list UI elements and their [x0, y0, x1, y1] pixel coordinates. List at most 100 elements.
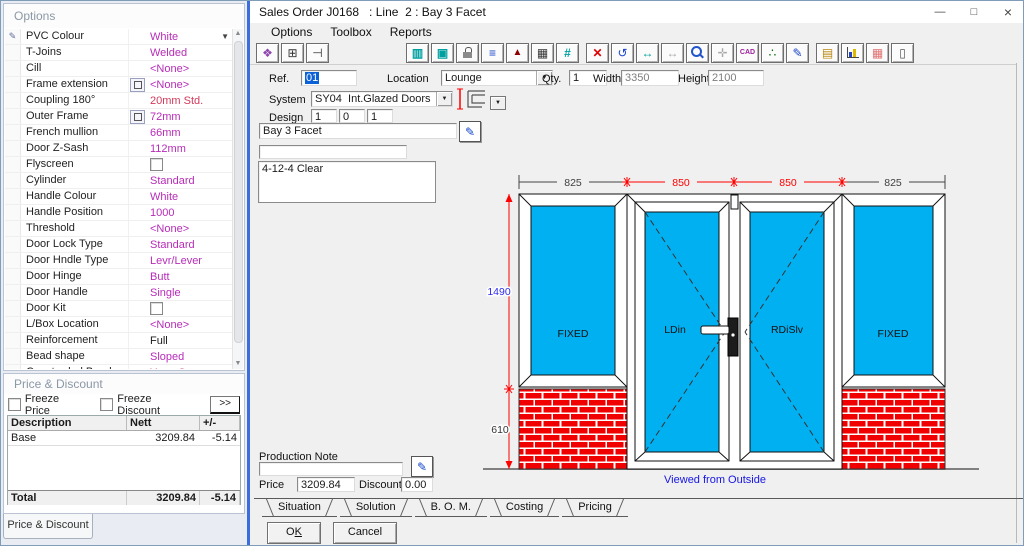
freeze-discount-label: Freeze Discount — [117, 393, 196, 417]
zoom-icon[interactable] — [686, 43, 709, 63]
price-input[interactable]: 3209.84 — [297, 477, 355, 492]
tab-costing[interactable]: Costing — [490, 499, 559, 517]
tab-solution[interactable]: Solution — [340, 499, 412, 517]
client-area-edge — [1016, 63, 1017, 543]
fixed-panel-left[interactable] — [519, 194, 627, 387]
option-row-lbox-location[interactable]: L/Box Location<None> — [5, 317, 233, 333]
option-row-door-z-sash[interactable]: Door Z-Sash112mm — [5, 141, 233, 157]
option-row-door-lock-type[interactable]: Door Lock TypeStandard — [5, 237, 233, 253]
width-input: 3350 — [621, 70, 679, 86]
freeze-price-checkbox[interactable] — [8, 398, 21, 411]
ok-button[interactable]: OK — [267, 522, 321, 544]
freeze-discount-checkbox[interactable] — [100, 398, 113, 411]
grid-divide-icon[interactable]: ▦ — [531, 43, 554, 63]
export-save-icon[interactable]: ▤ — [816, 43, 839, 63]
option-row-door-kit[interactable]: Door Kit — [5, 301, 233, 317]
glazing-spec-box[interactable]: 4-12-4 Clear — [258, 161, 436, 203]
menu-toolbox[interactable]: Toolbox — [321, 25, 380, 39]
option-row-coextruded-bead[interactable]: Coextruded BeadYes - Coex — [5, 365, 233, 369]
chevron-down-icon[interactable]: ▼ — [436, 92, 452, 106]
option-row-bead-shape[interactable]: Bead shapeSloped — [5, 349, 233, 365]
option-row-threshold[interactable]: Threshold<None> — [5, 221, 233, 237]
chart-icon[interactable] — [841, 43, 864, 63]
delete-icon[interactable]: ✕ — [586, 43, 609, 63]
location-select[interactable]: Lounge▼ — [441, 70, 553, 86]
option-row-handle-position[interactable]: Handle Position1000 — [5, 205, 233, 221]
expand-button[interactable]: >> — [210, 396, 240, 414]
options-scrollbar[interactable]: ▲ ▼ — [232, 29, 243, 369]
design-input-1[interactable]: 1 — [311, 109, 337, 123]
qty-label: Qty. — [542, 73, 561, 85]
price-discount-dock-tab[interactable]: Price & Discount — [3, 514, 93, 539]
undo-icon[interactable]: ↺ — [611, 43, 634, 63]
production-note-input[interactable] — [259, 462, 403, 476]
dimensions-alt-icon[interactable]: ↔ — [661, 43, 684, 63]
option-row-french-mullion[interactable]: French mullion66mm — [5, 125, 233, 141]
option-row-handle-colour[interactable]: Handle ColourWhite — [5, 189, 233, 205]
width-label: Width — [593, 73, 621, 85]
option-row-flyscreen[interactable]: Flyscreen — [5, 157, 233, 173]
menu-reports[interactable]: Reports — [381, 25, 441, 39]
price-table: Description Nett +/- Base 3209.84 -5.14 … — [7, 415, 241, 505]
mullion-bars-icon[interactable]: # — [556, 43, 579, 63]
option-row-pvc-colour[interactable]: ✎PVC ColourWhite▼ — [5, 29, 233, 45]
scroll-down-icon[interactable]: ▼ — [233, 359, 243, 369]
notes-icon[interactable]: ▯ — [891, 43, 914, 63]
panel-label-fixed-right: FIXED — [878, 328, 909, 340]
discount-input[interactable]: 0.00 — [401, 477, 433, 492]
draw-pen-icon[interactable]: ✎ — [786, 43, 809, 63]
option-row-frame-extension[interactable]: Frame extension<None> — [5, 77, 233, 93]
scroll-up-icon[interactable]: ▲ — [233, 29, 243, 39]
minimize-button[interactable]: — — [923, 1, 957, 23]
glass-panel-icon[interactable]: ▣ — [431, 43, 454, 63]
note-input[interactable] — [259, 145, 407, 159]
pan-icon[interactable]: ✛ — [711, 43, 734, 63]
design-input-2[interactable]: 0 — [339, 109, 365, 123]
tab-pricing[interactable]: Pricing — [562, 499, 628, 517]
chevron-down-icon[interactable]: ▼ — [221, 32, 229, 41]
panel-options-icon[interactable]: ▥ — [406, 43, 429, 63]
edit-description-button[interactable]: ✎ — [459, 121, 481, 142]
ref-input[interactable]: 01 — [301, 70, 357, 86]
sales-order-window: Sales Order J0168 : Line 2 : Bay 3 Facet… — [250, 1, 1024, 546]
option-row-outer-frame[interactable]: Outer Frame72mm — [5, 109, 233, 125]
tab-situation[interactable]: Situation — [262, 499, 337, 517]
profile-dropdown-button[interactable]: ▼ — [490, 96, 506, 110]
edit-production-note-button[interactable]: ✎ — [411, 456, 433, 477]
door-handle-icon[interactable]: ⊣ — [306, 43, 329, 63]
tab-bom[interactable]: B. O. M. — [415, 499, 487, 517]
system-select[interactable]: SY04 Int.Glazed Doors▼ — [311, 91, 453, 107]
lock-icon[interactable] — [456, 43, 479, 63]
option-list-icon[interactable]: ≡ — [481, 43, 504, 63]
cad-icon[interactable]: CAD — [736, 43, 759, 63]
option-row-door-handle-type[interactable]: Door Hndle TypeLevr/Lever — [5, 253, 233, 269]
price-table-total-row: Total 3209.84 -5.14 — [8, 490, 240, 505]
option-row-door-handle[interactable]: Door HandleSingle — [5, 285, 233, 301]
survey-points-icon[interactable]: ∴ — [761, 43, 784, 63]
dead-light-icon[interactable]: ▲ — [506, 43, 529, 63]
price-table-row[interactable]: Base 3209.84 -5.14 — [8, 431, 240, 446]
scrollbar-thumb[interactable] — [234, 41, 243, 343]
fixed-panel-right[interactable] — [842, 194, 945, 387]
option-row-coupling[interactable]: Coupling 180°20mm Std. — [5, 93, 233, 109]
option-row-door-hinge[interactable]: Door HingeButt — [5, 269, 233, 285]
dimensions-icon[interactable]: ↔ — [636, 43, 659, 63]
menu-options[interactable]: Options — [262, 25, 321, 39]
close-button[interactable]: × — [991, 1, 1024, 23]
profile-picker-button[interactable] — [130, 78, 145, 92]
price-grid-icon[interactable]: ▦ — [866, 43, 889, 63]
door-kit-checkbox[interactable] — [150, 302, 163, 315]
cancel-button[interactable]: Cancel — [333, 522, 397, 544]
maximize-button[interactable]: □ — [957, 1, 991, 23]
profile-picker-button[interactable] — [130, 110, 145, 124]
description-input[interactable]: Bay 3 Facet — [259, 123, 457, 139]
design-input-3[interactable]: 1 — [367, 109, 393, 123]
flyscreen-checkbox[interactable] — [150, 158, 163, 171]
frame-grid-icon[interactable]: ⊞ — [281, 43, 304, 63]
option-row-reinforcement[interactable]: ReinforcementFull — [5, 333, 233, 349]
insert-frame-icon[interactable]: ❖ — [256, 43, 279, 63]
elevation-drawing[interactable]: 825 850 850 825 1490 610 FIXED LDin RDiS… — [481, 161, 1021, 491]
option-row-cill[interactable]: Cill<None> — [5, 61, 233, 77]
option-row-t-joins[interactable]: T-JoinsWelded — [5, 45, 233, 61]
option-row-cylinder[interactable]: CylinderStandard — [5, 173, 233, 189]
